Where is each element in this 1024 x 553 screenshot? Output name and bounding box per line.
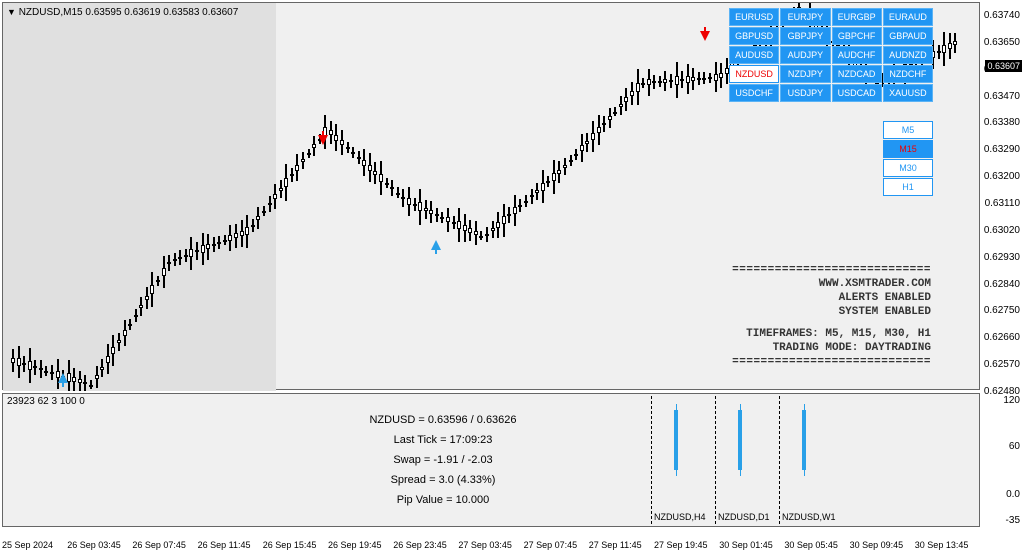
- x-tick: 26 Sep 19:45: [328, 540, 382, 550]
- y-tick: 0.62660: [984, 332, 1020, 343]
- x-tick: 30 Sep 09:45: [850, 540, 904, 550]
- site-label: WWW.XSMTRADER.COM: [732, 277, 931, 291]
- system-status: SYSTEM ENABLED: [732, 305, 931, 319]
- symbol-button-audjpy[interactable]: AUDJPY: [780, 46, 830, 64]
- bid-ask: NZDUSD = 0.63596 / 0.63626: [313, 410, 573, 430]
- x-tick: 30 Sep 13:45: [915, 540, 969, 550]
- spread: Spread = 3.0 (4.33%): [313, 470, 573, 490]
- last-tick: Last Tick = 17:09:23: [313, 430, 573, 450]
- timeframe-selector-panel: M5M15M30H1: [883, 121, 933, 197]
- y-tick: 0.63650: [984, 37, 1020, 48]
- y-tick: 0.63020: [984, 225, 1020, 236]
- symbol-button-gbpaud[interactable]: GBPAUD: [883, 27, 933, 45]
- mini-chart: NZDUSD,D1: [715, 396, 775, 524]
- indicator-y-axis: 120 60 0.0 -35: [980, 393, 1022, 527]
- timeframe-button-m30[interactable]: M30: [883, 159, 933, 177]
- y-tick: 60: [1009, 441, 1020, 452]
- symbol-button-gbpchf[interactable]: GBPCHF: [832, 27, 882, 45]
- y-tick: 0.63290: [984, 144, 1020, 155]
- x-tick: 30 Sep 05:45: [784, 540, 838, 550]
- divider: ============================: [732, 263, 931, 277]
- y-tick: 0.63110: [985, 198, 1020, 209]
- symbol-button-eurjpy[interactable]: EURJPY: [780, 8, 830, 26]
- alerts-status: ALERTS ENABLED: [732, 291, 931, 305]
- symbol-button-eurgbp[interactable]: EURGBP: [832, 8, 882, 26]
- x-tick: 27 Sep 07:45: [524, 540, 578, 550]
- symbol-button-nzdjpy[interactable]: NZDJPY: [780, 65, 830, 83]
- mini-chart: NZDUSD,W1: [779, 396, 839, 524]
- symbol-button-usdchf[interactable]: USDCHF: [729, 84, 779, 102]
- y-tick: 0.62930: [984, 252, 1020, 263]
- current-price-marker: 0.63607: [985, 60, 1022, 72]
- symbol-button-nzdchf[interactable]: NZDCHF: [883, 65, 933, 83]
- y-tick: 0.62570: [984, 359, 1020, 370]
- x-tick: 26 Sep 23:45: [393, 540, 447, 550]
- y-tick: 0.63380: [984, 117, 1020, 128]
- indicator-title: 23923 62 3 100 0: [7, 396, 85, 407]
- time-x-axis: 25 Sep 2024 26 Sep 03:45 26 Sep 07:45 26 Se…: [2, 540, 1022, 552]
- pip-value: Pip Value = 10.000: [313, 490, 573, 510]
- trading-mode-label: TRADING MODE: DAYTRADING: [732, 341, 931, 355]
- timeframe-button-h1[interactable]: H1: [883, 178, 933, 196]
- y-tick: 0.62840: [984, 279, 1020, 290]
- y-tick: 120: [1003, 395, 1020, 406]
- symbol-selector-panel: EURUSDEURJPYEURGBPEURAUD GBPUSDGBPJPYGBPC…: [729, 8, 933, 103]
- symbol-button-eurusd[interactable]: EURUSD: [729, 8, 779, 26]
- mini-chart-label: NZDUSD,H4: [654, 512, 706, 522]
- x-tick: 26 Sep 15:45: [263, 540, 317, 550]
- system-info-panel: ============================ WWW.XSMTRAD…: [732, 263, 931, 369]
- divider: ============================: [732, 355, 931, 369]
- symbol-button-audchf[interactable]: AUDCHF: [832, 46, 882, 64]
- symbol-button-usdjpy[interactable]: USDJPY: [780, 84, 830, 102]
- buy-signal-arrow: [58, 373, 68, 383]
- mini-chart-label: NZDUSD,W1: [782, 512, 836, 522]
- symbol-button-nzdcad[interactable]: NZDCAD: [832, 65, 882, 83]
- timeframe-button-m15[interactable]: M15: [883, 140, 933, 158]
- sell-signal-arrow: [700, 31, 710, 41]
- y-tick: -35: [1006, 515, 1020, 526]
- swap: Swap = -1.91 / -2.03: [313, 450, 573, 470]
- symbol-button-nzdusd[interactable]: NZDUSD: [729, 65, 779, 83]
- y-tick: 0.63470: [984, 91, 1020, 102]
- mini-chart: NZDUSD,H4: [651, 396, 711, 524]
- symbol-button-euraud[interactable]: EURAUD: [883, 8, 933, 26]
- x-tick: 26 Sep 11:45: [198, 540, 251, 550]
- sell-signal-arrow: [318, 135, 328, 145]
- mini-chart-label: NZDUSD,D1: [718, 512, 770, 522]
- indicator-panel[interactable]: 23923 62 3 100 0 NZDUSD = 0.63596 / 0.63…: [2, 393, 980, 527]
- x-tick: 25 Sep 2024: [2, 540, 53, 550]
- symbol-button-usdcad[interactable]: USDCAD: [832, 84, 882, 102]
- symbol-info-block: NZDUSD = 0.63596 / 0.63626 Last Tick = 1…: [313, 410, 573, 510]
- symbol-button-audnzd[interactable]: AUDNZD: [883, 46, 933, 64]
- y-tick: 0.63740: [984, 10, 1020, 21]
- symbol-button-gbpjpy[interactable]: GBPJPY: [780, 27, 830, 45]
- x-tick: 27 Sep 11:45: [589, 540, 642, 550]
- timeframes-label: TIMEFRAMES: M5, M15, M30, H1: [732, 327, 931, 341]
- symbol-button-audusd[interactable]: AUDUSD: [729, 46, 779, 64]
- price-chart[interactable]: ▼ NZDUSD,M15 0.63595 0.63619 0.63583 0.6…: [2, 2, 980, 390]
- x-tick: 30 Sep 01:45: [719, 540, 773, 550]
- x-tick: 26 Sep 03:45: [67, 540, 121, 550]
- y-tick: 0.63200: [984, 171, 1020, 182]
- symbol-button-xauusd[interactable]: XAUUSD: [883, 84, 933, 102]
- timeframe-button-m5[interactable]: M5: [883, 121, 933, 139]
- buy-signal-arrow: [431, 240, 441, 250]
- symbol-button-gbpusd[interactable]: GBPUSD: [729, 27, 779, 45]
- price-y-axis: 0.637400.636500.635600.634700.633800.632…: [980, 2, 1022, 390]
- y-tick: 0.0: [1006, 489, 1020, 500]
- x-tick: 26 Sep 07:45: [132, 540, 186, 550]
- x-tick: 27 Sep 03:45: [458, 540, 512, 550]
- x-tick: 27 Sep 19:45: [654, 540, 708, 550]
- y-tick: 0.62750: [984, 305, 1020, 316]
